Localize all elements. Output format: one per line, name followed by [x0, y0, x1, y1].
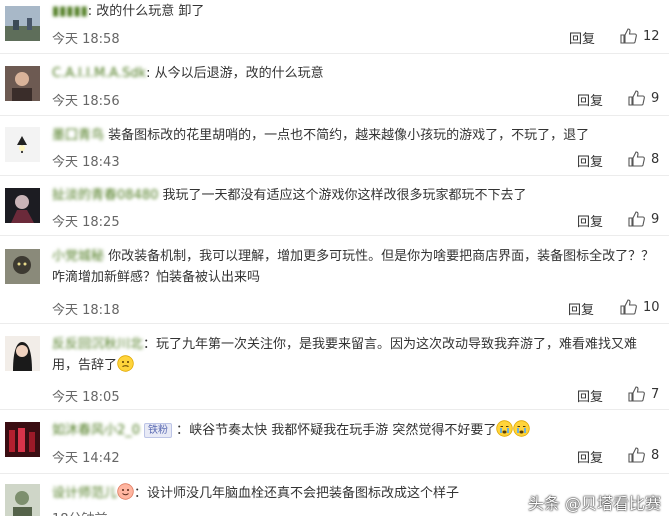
like-count: 8: [651, 447, 660, 463]
comment-body: 你改装备机制，我可以理解，增加更多可玩性。但是你为啥要把商店界面，装备图标全改了…: [52, 249, 655, 285]
comment-body: 峡谷节奏太快 我都怀疑我在玩手游 突然觉得不好要了: [189, 423, 497, 438]
like-button[interactable]: 8: [628, 447, 659, 463]
awkward-emoji-icon: [117, 355, 134, 372]
username-link[interactable]: ▮▮▮▮▮: [52, 4, 88, 19]
comment-body: 设计师没几年脑血栓还真不会把装备图标改成这个样子: [147, 486, 460, 501]
timestamp: 今天 18:25: [52, 215, 120, 230]
username-link[interactable]: 反反回沉秋川北: [52, 337, 143, 352]
like-count: 7: [651, 386, 660, 402]
like-button[interactable]: 9: [628, 90, 659, 106]
crying-emoji-icon: [513, 420, 531, 437]
fan-badge: 铁粉: [144, 423, 173, 438]
avatar[interactable]: [5, 249, 40, 284]
comment-item: C.A.I.I.M.A.Sdk: 从今以后退游，改的什么玩意 今天 18:56 …: [0, 54, 669, 116]
comment-text: 反反回沉秋川北：玩了九年第一次关注你，是我要来留言。因为这次改动导致我弃游了，难…: [52, 334, 659, 376]
like-button[interactable]: 10: [620, 299, 660, 315]
timestamp: 今天 18:18: [52, 303, 120, 318]
thumbs-up-icon: [628, 386, 645, 402]
thumbs-up-icon: [620, 299, 637, 315]
reply-button[interactable]: 回复: [577, 90, 603, 109]
comment-body: 从今以后退游，改的什么玩意: [154, 66, 324, 81]
username-link[interactable]: 墨囗青鸟: [52, 128, 104, 143]
reply-button[interactable]: 回复: [577, 151, 603, 170]
comment-body: 改的什么玩意 卸了: [96, 4, 205, 19]
like-count: 8: [651, 151, 660, 167]
comment-text: 墨囗青鸟 装备图标改的花里胡哨的，一点也不简约，越来越像小孩玩的游戏了，不玩了，…: [52, 125, 659, 146]
separator: ：: [176, 423, 190, 438]
reply-button[interactable]: 回复: [569, 28, 595, 47]
comment-text: ▮▮▮▮▮: 改的什么玩意 卸了: [52, 1, 659, 22]
comment-body: 装备图标改的花里胡哨的，一点也不简约，越来越像小孩玩的游戏了，不玩了，退了: [108, 128, 590, 143]
timestamp: 18分钟前: [52, 508, 108, 516]
smile-emoji-icon: [117, 483, 134, 500]
watermark: 头条 @贝塔看比赛: [527, 494, 661, 513]
avatar[interactable]: [5, 188, 40, 223]
avatar[interactable]: [5, 127, 40, 162]
thumbs-up-icon: [628, 90, 645, 106]
username-link[interactable]: 设计师范儿: [52, 486, 117, 501]
reply-button[interactable]: 回复: [577, 386, 603, 405]
comment-item: 如沐春风小2_0 铁粉 ：峡谷节奏太快 我都怀疑我在玩手游 突然觉得不好要了 今天 …: [0, 410, 669, 474]
username-link[interactable]: 如沐春风小2_0: [52, 423, 140, 438]
separator: ：: [143, 337, 157, 352]
timestamp: 今天 14:42: [52, 451, 120, 466]
like-count: 12: [643, 28, 660, 44]
avatar[interactable]: [5, 422, 40, 457]
avatar[interactable]: [5, 484, 40, 516]
username-link[interactable]: 扯淡的青春08480: [52, 188, 158, 203]
like-count: 9: [651, 211, 660, 227]
comment-body: 我玩了一天都没有适应这个游戏你这样改很多玩家都玩不下去了: [162, 188, 527, 203]
username-link[interactable]: 小党城秘: [52, 249, 104, 264]
timestamp: 今天 18:56: [52, 94, 120, 109]
timestamp: 今天 18:43: [52, 155, 120, 170]
separator: ：: [134, 486, 148, 501]
comment-text: 扯淡的青春08480 我玩了一天都没有适应这个游戏你这样改很多玩家都玩不下去了: [52, 185, 659, 206]
thumbs-up-icon: [628, 151, 645, 167]
reply-button[interactable]: 回复: [577, 211, 603, 230]
separator: :: [146, 66, 155, 81]
comment-text: 如沐春风小2_0 铁粉 ：峡谷节奏太快 我都怀疑我在玩手游 突然觉得不好要了: [52, 420, 659, 441]
comment-item: 扯淡的青春08480 我玩了一天都没有适应这个游戏你这样改很多玩家都玩不下去了 …: [0, 176, 669, 236]
username-link[interactable]: C.A.I.I.M.A.Sdk: [52, 66, 146, 81]
timestamp: 今天 18:58: [52, 32, 120, 47]
comment-item: ▮▮▮▮▮: 改的什么玩意 卸了 今天 18:58 回复 12: [0, 0, 669, 54]
like-button[interactable]: 9: [628, 211, 659, 227]
like-count: 10: [643, 299, 660, 315]
avatar[interactable]: [5, 6, 40, 41]
reply-button[interactable]: 回复: [568, 299, 594, 318]
crying-emoji-icon: [496, 420, 514, 437]
like-button[interactable]: 7: [628, 386, 659, 402]
comment-item: 墨囗青鸟 装备图标改的花里胡哨的，一点也不简约，越来越像小孩玩的游戏了，不玩了，…: [0, 116, 669, 176]
like-count: 9: [651, 90, 660, 106]
thumbs-up-icon: [620, 28, 637, 44]
thumbs-up-icon: [628, 211, 645, 227]
comment-text: 小党城秘 你改装备机制，我可以理解，增加更多可玩性。但是你为啥要把商店界面，装备…: [52, 246, 659, 288]
comment-item: 小党城秘 你改装备机制，我可以理解，增加更多可玩性。但是你为啥要把商店界面，装备…: [0, 236, 669, 324]
avatar[interactable]: [5, 66, 40, 101]
comment-text: C.A.I.I.M.A.Sdk: 从今以后退游，改的什么玩意: [52, 63, 659, 84]
like-button[interactable]: 8: [628, 151, 659, 167]
reply-button[interactable]: 回复: [577, 447, 603, 466]
timestamp: 今天 18:05: [52, 390, 120, 405]
like-button[interactable]: 12: [620, 28, 660, 44]
avatar[interactable]: [5, 336, 40, 371]
comment-item: 反反回沉秋川北：玩了九年第一次关注你，是我要来留言。因为这次改动导致我弃游了，难…: [0, 324, 669, 410]
thumbs-up-icon: [628, 447, 645, 463]
